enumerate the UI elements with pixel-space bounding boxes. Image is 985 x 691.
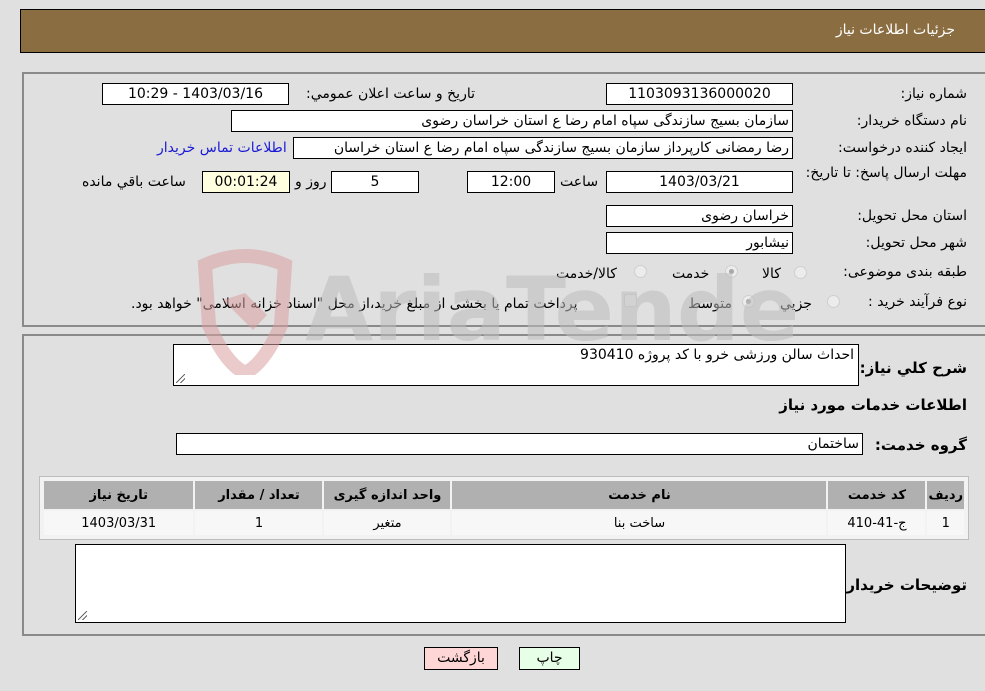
buyer-org-label: نام دستگاه خریدار: — [856, 113, 967, 129]
col-header-row-number: ردیف — [927, 481, 964, 509]
service-group-field[interactable]: ساختمان — [176, 433, 863, 455]
col-header-quantity: تعداد / مقدار — [195, 481, 323, 509]
need-number-field[interactable]: 1103093136000020 — [606, 83, 793, 105]
resize-grip-icon[interactable] — [78, 611, 87, 620]
table-header-row: ردیف کد خدمت نام خدمت واحد اندازه گیری ت… — [44, 481, 964, 509]
buyer-org-field[interactable]: سازمان بسیج سازندگی سپاه امام رضا ع استا… — [231, 110, 793, 132]
buyer-notes-textarea[interactable] — [75, 544, 846, 623]
deadline-time-field[interactable]: 12:00 — [467, 171, 555, 193]
need-number-label: شماره نیاز: — [900, 86, 968, 102]
category-option-service: خدمت — [672, 266, 710, 282]
treasury-note: پرداخت تمام یا بخشی از مبلغ خرید،از محل … — [131, 296, 578, 312]
category-label: طبقه بندی موضوعی: — [843, 264, 967, 280]
cell-service-name: ساخت بنا — [452, 511, 827, 535]
service-group-label: گروه خدمت: — [874, 436, 967, 454]
col-header-need-date: تاریخ نیاز — [44, 481, 194, 509]
cell-need-date: 1403/03/31 — [44, 511, 194, 535]
cell-unit: متغیر — [324, 511, 451, 535]
summary-textarea[interactable]: احداث سالن ورزشی خرو با کد پروژه 930410 — [173, 344, 859, 386]
cell-service-code: ج-41-410 — [828, 511, 926, 535]
process-option-medium: متوسط — [688, 296, 732, 312]
buyer-contact-link[interactable]: اطلاعات تماس خریدار — [157, 140, 287, 156]
services-heading: اطلاعات خدمات مورد نیاز — [779, 396, 967, 414]
treasury-checkbox[interactable] — [624, 294, 637, 307]
back-button[interactable]: بازگشت — [424, 647, 498, 670]
process-label: نوع فرآیند خرید : — [868, 294, 967, 310]
resize-grip-icon[interactable] — [176, 374, 185, 383]
days-remaining-field[interactable]: 5 — [331, 171, 419, 193]
category-radio-goods[interactable] — [794, 266, 807, 279]
process-radio-medium[interactable] — [742, 295, 755, 308]
city-label: شهر محل تحویل: — [865, 235, 967, 251]
col-header-unit: واحد اندازه گیری — [324, 481, 451, 509]
category-option-goods-service: کالا/خدمت — [556, 266, 617, 282]
city-field[interactable]: نیشابور — [606, 232, 793, 254]
page-title: جزئیات اطلاعات نیاز — [835, 22, 955, 38]
process-option-minor: جزيي — [780, 296, 812, 312]
page-header: جزئیات اطلاعات نیاز — [20, 9, 985, 53]
remaining-time-field[interactable]: 00:01:24 — [202, 171, 290, 193]
creator-label: ایجاد کننده درخواست: — [838, 140, 967, 156]
province-field[interactable]: خراسان رضوی — [606, 205, 793, 227]
announce-label: تاريخ و ساعت اعلان عمومي: — [306, 86, 475, 102]
category-radio-service[interactable] — [725, 265, 738, 278]
col-header-service-name: نام خدمت — [452, 481, 827, 509]
province-label: استان محل تحویل: — [857, 208, 967, 224]
days-label: روز و — [295, 174, 327, 190]
services-table: ردیف کد خدمت نام خدمت واحد اندازه گیری ت… — [39, 476, 969, 540]
deadline-date-field[interactable]: 1403/03/21 — [606, 171, 793, 193]
table-row: 1 ج-41-410 ساخت بنا متغیر 1 1403/03/31 — [44, 511, 964, 535]
category-radio-goods-service[interactable] — [634, 265, 647, 278]
deadline-time-label: ساعت — [560, 174, 599, 190]
remaining-time-label: ساعت باقي مانده — [82, 174, 186, 190]
print-button[interactable]: چاپ — [519, 647, 580, 670]
process-radio-minor[interactable] — [827, 295, 840, 308]
summary-text: احداث سالن ورزشی خرو با کد پروژه 930410 — [580, 347, 854, 363]
summary-label: شرح کلي نياز: — [859, 359, 967, 377]
cell-row-number: 1 — [927, 511, 964, 535]
category-option-goods: کالا — [762, 266, 781, 282]
cell-quantity: 1 — [195, 511, 323, 535]
creator-field[interactable]: رضا رمضانی کارپرداز سازمان بسیج سازندگی … — [293, 137, 793, 159]
deadline-label: مهلت ارسال پاسخ: تا تاریخ: — [805, 165, 967, 181]
announce-datetime-field[interactable]: 1403/03/16 - 10:29 — [102, 83, 289, 105]
buyer-notes-label: توضیحات خریدار: — [840, 576, 967, 594]
col-header-service-code: کد خدمت — [828, 481, 926, 509]
